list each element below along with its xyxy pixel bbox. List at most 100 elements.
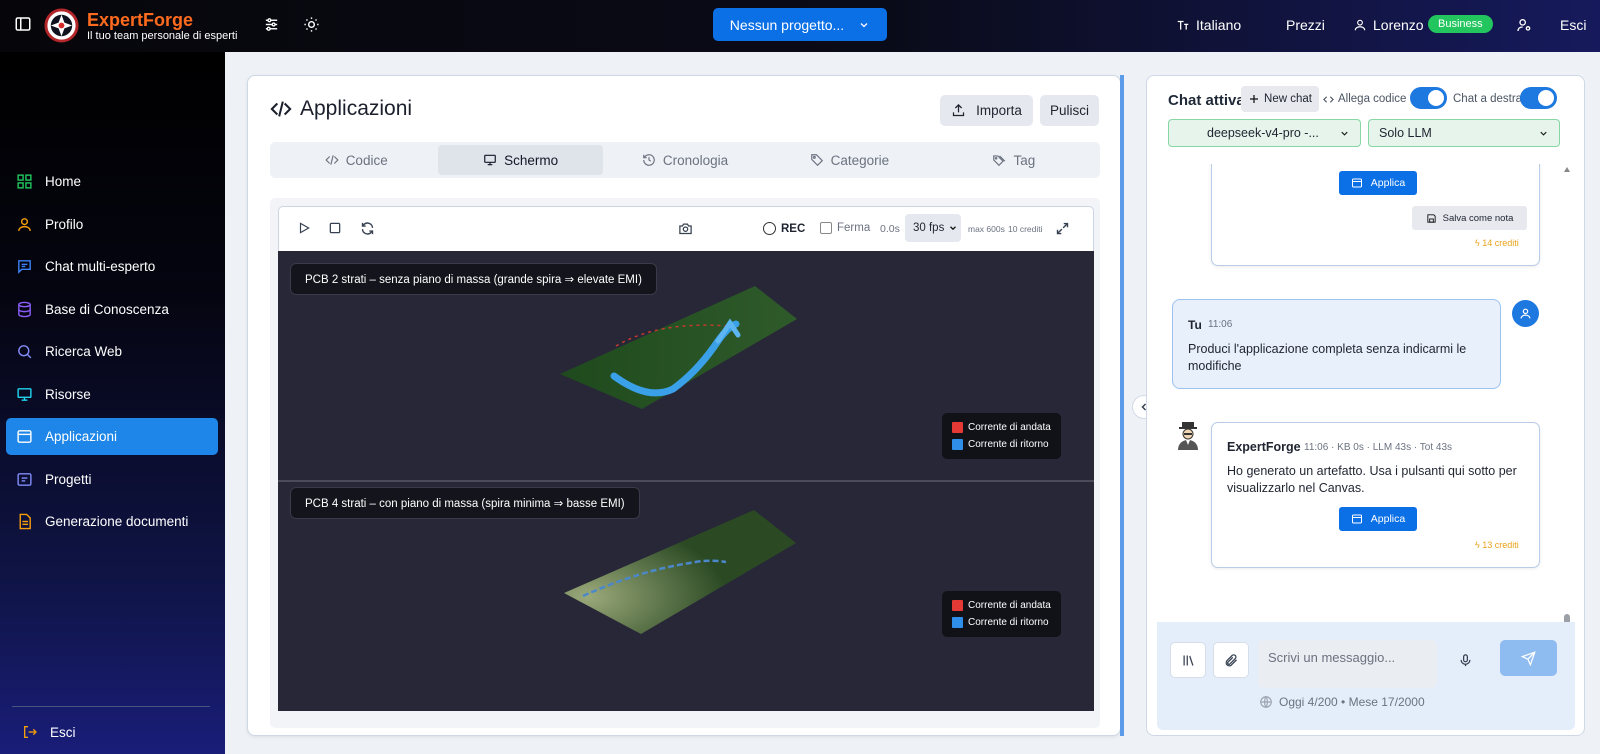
new-chat-label: New chat: [1264, 93, 1312, 105]
panel-resizer[interactable]: [1120, 75, 1124, 736]
microphone-icon: [1458, 653, 1473, 668]
microphone-button[interactable]: [1447, 642, 1483, 678]
user-settings-icon[interactable]: [1516, 17, 1532, 33]
save-note-label: Salva come nota: [1442, 212, 1514, 224]
sidebar-toggle-icon[interactable]: [14, 15, 32, 33]
sidebar-item-applications[interactable]: Applicazioni: [6, 418, 218, 455]
logout-link[interactable]: Esci: [1560, 17, 1586, 33]
save-note-button[interactable]: Salva come nota: [1412, 206, 1527, 230]
legend-item: Corrente di andata: [952, 419, 1051, 436]
language-selector[interactable]: Italiano: [1176, 17, 1241, 33]
project-select[interactable]: Nessun progetto...: [713, 8, 887, 41]
new-chat-button[interactable]: New chat: [1241, 86, 1319, 112]
apply-button[interactable]: Applica: [1339, 507, 1417, 531]
expert-avatar-icon: [1174, 421, 1202, 451]
sidebar-item-profilo[interactable]: Profilo: [6, 206, 218, 243]
user-menu[interactable]: Lorenzo: [1353, 17, 1424, 33]
mode-select[interactable]: Solo LLM: [1368, 119, 1560, 147]
legend-item: Corrente di andata: [952, 597, 1051, 614]
legend-bottom: Corrente di andata Corrente di ritorno: [942, 591, 1061, 637]
brand-tagline: Il tuo team personale di esperti: [87, 30, 238, 42]
sidebar-item-chat[interactable]: Chat multi-esperto: [6, 248, 218, 285]
legend-top: Corrente di andata Corrente di ritorno: [942, 413, 1061, 459]
import-button[interactable]: Importa: [940, 95, 1033, 126]
message-time: 11:06: [1208, 319, 1233, 330]
tab-label: Codice: [345, 152, 388, 168]
chat-scrollbar[interactable]: [1564, 164, 1570, 684]
chevron-down-icon: [1538, 128, 1549, 139]
app-window-icon: [1351, 513, 1363, 525]
message-text: Produci l'applicazione completa senza in…: [1188, 342, 1467, 373]
scene-bottom-label: PCB 4 strati – con piano di massa (spira…: [290, 487, 640, 519]
tab-history[interactable]: Cronologia: [603, 145, 767, 175]
chevron-down-icon: [948, 223, 958, 233]
theme-sun-icon[interactable]: [303, 16, 320, 33]
camera-icon[interactable]: [678, 221, 693, 236]
sidebar-divider: [12, 706, 210, 707]
sidebar-item-web-search[interactable]: Ricerca Web: [6, 333, 218, 370]
library-button[interactable]: [1170, 642, 1206, 678]
tab-screen[interactable]: Schermo: [438, 145, 603, 175]
legend-label: Corrente di andata: [968, 600, 1051, 611]
app-logo-icon[interactable]: [44, 8, 79, 43]
render-canvas[interactable]: PCB 2 strati – senza piano di massa (gra…: [278, 251, 1094, 711]
tab-code[interactable]: Codice: [274, 145, 438, 175]
record-toggle[interactable]: REC: [763, 222, 805, 235]
project-select-label: Nessun progetto...: [729, 16, 845, 33]
model-select[interactable]: deepseek-v4-pro -...: [1168, 119, 1361, 147]
message-input[interactable]: Scrivi un messaggio...: [1258, 640, 1437, 688]
tags-icon: [992, 153, 1006, 167]
clear-button[interactable]: Pulisci: [1040, 95, 1099, 126]
chat-right-label: Chat a destra: [1453, 93, 1523, 105]
globe-icon[interactable]: [1259, 695, 1273, 709]
apply-button[interactable]: Applica: [1339, 171, 1417, 195]
max-duration: max 600s: [968, 224, 1005, 234]
attach-code-toggle[interactable]: [1410, 87, 1447, 109]
legend-swatch: [952, 422, 963, 433]
sidebar: Home Profilo Chat multi-esperto Base di …: [0, 52, 225, 754]
sidebar-item-knowledge-base[interactable]: Base di Conoscenza: [6, 291, 218, 328]
sidebar-logout-label: Esci: [50, 724, 76, 740]
upload-icon: [951, 103, 966, 118]
fullscreen-icon[interactable]: [1055, 221, 1070, 236]
chevron-down-icon: [858, 19, 870, 31]
settings-sliders-icon[interactable]: [263, 16, 280, 33]
send-button[interactable]: [1500, 640, 1557, 676]
sidebar-item-label: Progetti: [45, 471, 92, 487]
attach-file-button[interactable]: [1213, 642, 1249, 678]
message-credits: ϟ 13 crediti: [1475, 540, 1519, 550]
user-avatar: [1512, 300, 1539, 327]
elapsed-time: 0.0s: [880, 223, 900, 235]
refresh-icon[interactable]: [360, 221, 375, 236]
document-icon: [16, 513, 33, 530]
sidebar-item-documents[interactable]: Generazione documenti: [6, 503, 218, 540]
pricing-link[interactable]: Prezzi: [1286, 17, 1325, 33]
legend-swatch: [952, 617, 963, 628]
code-icon: [270, 98, 292, 120]
sidebar-item-label: Base di Conoscenza: [45, 301, 169, 317]
plan-badge: Business: [1428, 15, 1493, 33]
fps-select[interactable]: 30 fps: [905, 214, 961, 242]
usage-quota: Oggi 4/200 • Mese 17/2000: [1259, 695, 1425, 709]
sidebar-item-projects[interactable]: Progetti: [6, 461, 218, 498]
history-icon: [642, 153, 656, 167]
app-window-icon: [1351, 177, 1363, 189]
credits-value: 13 crediti: [1482, 540, 1519, 550]
tab-tags[interactable]: Tag: [932, 145, 1096, 175]
sidebar-logout[interactable]: Esci: [22, 724, 76, 740]
sidebar-item-home[interactable]: Home: [6, 163, 218, 200]
apply-label: Applica: [1370, 513, 1406, 525]
paperclip-icon: [1224, 653, 1239, 668]
tab-label: Schermo: [504, 152, 559, 168]
sidebar-item-resources[interactable]: Risorse: [6, 376, 218, 413]
chat-panel: Chat attiva New chat Allega codice Chat …: [1146, 75, 1585, 736]
ai-message: Applica Salva come nota ϟ 14 crediti: [1211, 164, 1540, 266]
play-icon[interactable]: [297, 221, 311, 235]
user-icon: [1519, 307, 1532, 320]
code-icon: [1323, 94, 1334, 105]
tab-categories[interactable]: Categorie: [767, 145, 931, 175]
stop-icon[interactable]: [328, 221, 342, 235]
record-label: REC: [781, 222, 806, 235]
stop-checkbox[interactable]: Ferma: [820, 222, 870, 234]
chat-right-toggle[interactable]: [1520, 87, 1557, 109]
